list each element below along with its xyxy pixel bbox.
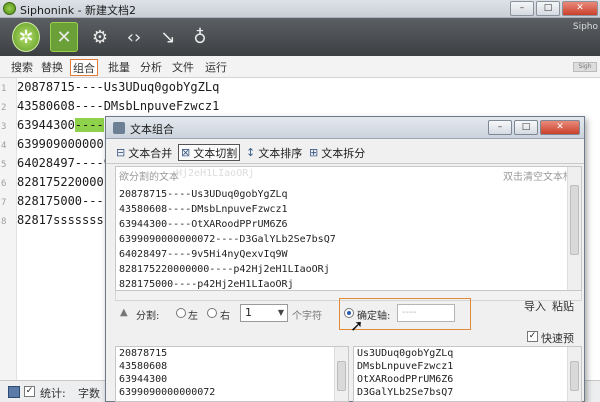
split-icon: ⊠ <box>181 146 191 159</box>
tab-text-sort[interactable]: ↕ 文本排序 <box>244 144 304 161</box>
preview-checkbox[interactable]: ✓ <box>527 331 538 342</box>
char-count-select[interactable]: 1 ▼ <box>240 304 288 322</box>
count-unit-label: 个字符 <box>292 311 322 322</box>
left-output-pane[interactable]: 20878715 43580608 63944300 6399090000000… <box>115 346 349 402</box>
editor-line: 1 20878715----Us3UDuq0gobYgZLq <box>1 80 220 94</box>
chars-label: 字数 <box>78 387 100 400</box>
scroll-thumb[interactable] <box>337 361 346 391</box>
source-text-area[interactable]: 欲分割的文本 Hj2eH1LIaoORj 双击清空文本框 20878715---… <box>115 166 582 291</box>
sidebar-toggle-button[interactable]: Sigh <box>573 62 597 72</box>
editor-line: 8 82817sssssssss <box>1 213 119 227</box>
stat-checkbox[interactable]: ✓ <box>24 386 35 397</box>
split-label: 分割: <box>136 311 160 322</box>
divide-icon: ⊞ <box>309 146 319 159</box>
chevron-down-icon: ▼ <box>277 308 284 317</box>
source-line: 6399090000000072----D3GalYLb2Se7bsQ7 <box>119 234 336 245</box>
output-line: 63944300 <box>119 374 168 385</box>
maximize-button[interactable]: □ <box>536 1 560 16</box>
editor-line: 3 63944300---- <box>1 118 104 132</box>
left-label: 左 <box>188 311 198 322</box>
source-line: 64028497----9v5Hi4nyQexvIq9W <box>119 249 288 260</box>
scroll-thumb[interactable] <box>570 361 579 391</box>
menu-replace[interactable]: 替换 <box>39 59 65 76</box>
window-controls: – □ ✕ <box>510 1 598 16</box>
output-line: 6399090000000072 <box>119 387 216 398</box>
stat-label: 统计: <box>40 387 66 400</box>
right-radio[interactable] <box>207 308 217 318</box>
dialog-titlebar[interactable]: 文本组合 – □ ✕ <box>106 117 584 139</box>
output-line: 43580608 <box>119 361 168 372</box>
window-title: Siphonink - 新建文档2 <box>20 4 137 17</box>
code-brackets-icon[interactable]: ‹› <box>120 22 148 52</box>
dialog-tabs: ⊟ 文本合并 ⊠ 文本切割 ↕ 文本排序 ⊞ 文本拆分 <box>106 140 584 164</box>
ghost-text: Hj2eH1LIaoORj <box>176 168 255 179</box>
selection-highlight: ---- <box>74 118 104 132</box>
dialog-minimize-button[interactable]: – <box>488 120 512 135</box>
menu-run[interactable]: 运行 <box>203 59 229 76</box>
delimiter-input[interactable]: ---- <box>397 304 455 322</box>
menu-search[interactable]: 搜索 <box>9 59 35 76</box>
minimize-button[interactable]: – <box>510 1 534 16</box>
main-titlebar: Siphonink - 新建文档2 – □ ✕ <box>0 0 600 18</box>
output-line: Us3UDuq0gobYgZLq <box>357 348 454 359</box>
mouse-cursor-icon: ➚ <box>350 316 364 335</box>
output-line: OtXARoodPPrUM6Z6 <box>357 374 454 385</box>
gear-icon[interactable]: ⚙ <box>86 22 114 52</box>
tools-icon[interactable]: ✕ <box>50 22 78 52</box>
source-placeholder: 欲分割的文本 <box>119 172 179 183</box>
dialog-close-button[interactable]: ✕ <box>540 120 580 135</box>
editor-line: 2 43580608----DMsbLnpuveFzwcz1 <box>1 99 220 113</box>
main-toolbar: ✲ ✕ ⚙ ‹› ↘ ♁ Sipho <box>0 18 600 56</box>
cursor-arrow-icon[interactable]: ↘ <box>154 22 182 52</box>
source-scrollbar[interactable] <box>567 167 581 290</box>
menu-batch[interactable]: 批量 <box>106 59 132 76</box>
left-pane-scrollbar[interactable] <box>334 347 348 401</box>
clear-hint: 双击清空文本框 <box>503 172 573 183</box>
status-grid-icon[interactable] <box>8 386 20 398</box>
source-line: 828175000----p42Hj2eH1LIaoORj <box>119 279 294 290</box>
menubar: 搜索 替换 组合 批量 分析 文件 运行 Sigh <box>0 56 600 78</box>
sort-icon: ↕ <box>246 146 256 159</box>
source-line: 20878715----Us3UDuq0gobYgZLq <box>119 189 288 200</box>
editor-line: 7 828175000--- <box>1 194 104 208</box>
editor-line: 6 828175220000 <box>1 175 104 189</box>
dialog-maximize-button[interactable]: □ <box>514 120 538 135</box>
tab-text-divide[interactable]: ⊞ 文本拆分 <box>307 144 367 161</box>
source-line: 828175220000000----p42Hj2eH1LIaoORj <box>119 264 330 275</box>
output-line: 20878715 <box>119 348 168 359</box>
left-radio[interactable] <box>176 308 186 318</box>
editor-line: 5 64028497----9 <box>1 156 111 170</box>
scroll-thumb[interactable] <box>570 185 579 255</box>
split-warning-icon: ▲ <box>120 307 128 318</box>
output-line: DMsbLnpuveFzwcz1 <box>357 361 454 372</box>
home-logo-icon[interactable]: ✲ <box>12 22 40 52</box>
text-combine-dialog: 文本组合 – □ ✕ ⊟ 文本合并 ⊠ 文本切割 ↕ 文本排序 ⊞ 文本拆分 欲分割的文… <box>105 116 585 402</box>
app-logo-icon <box>3 2 16 15</box>
import-button[interactable]: 导入 <box>524 298 546 314</box>
brand-label: Sipho <box>572 22 598 32</box>
menu-analyze[interactable]: 分析 <box>138 59 164 76</box>
lightbulb-icon[interactable]: ♁ <box>186 22 214 52</box>
editor-line: 4 639909000000 <box>1 137 104 151</box>
menu-file[interactable]: 文件 <box>170 59 196 76</box>
right-pane-scrollbar[interactable] <box>567 347 581 401</box>
right-label: 右 <box>220 311 230 322</box>
output-line: D3GalYLb2Se7bsQ7 <box>357 387 454 398</box>
right-output-pane[interactable]: Us3UDuq0gobYgZLq DMsbLnpuveFzwcz1 OtXARo… <box>353 346 582 402</box>
paste-button[interactable]: 粘贴 <box>552 298 574 314</box>
tab-text-split[interactable]: ⊠ 文本切割 <box>178 144 241 161</box>
merge-icon: ⊟ <box>116 146 126 159</box>
dialog-title: 文本组合 <box>130 123 174 136</box>
source-line: 43580608----DMsbLnpuveFzwcz1 <box>119 204 288 215</box>
menu-combine[interactable]: 组合 <box>70 59 98 76</box>
source-line: 63944300----OtXARoodPPrUM6Z6 <box>119 219 288 230</box>
dialog-icon <box>113 122 125 134</box>
close-button[interactable]: ✕ <box>562 1 598 16</box>
tab-text-merge[interactable]: ⊟ 文本合并 <box>114 144 174 161</box>
